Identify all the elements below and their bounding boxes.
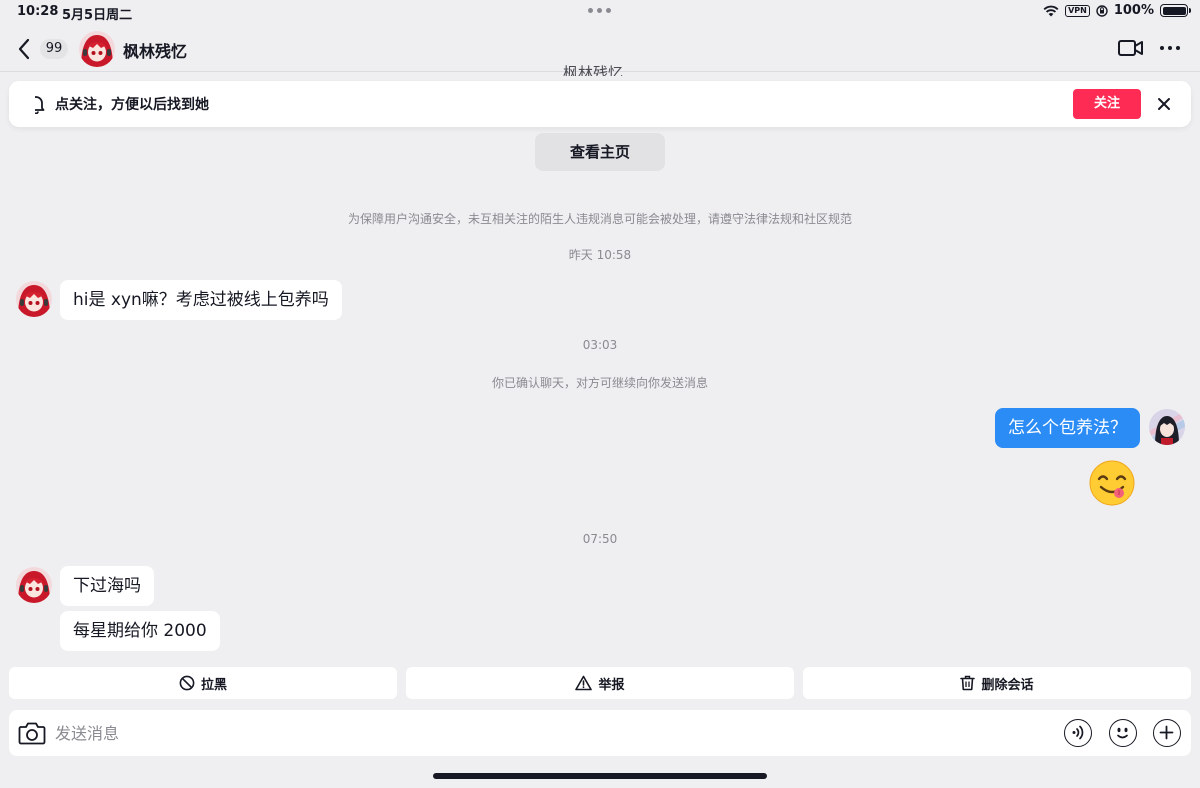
delete-chat-button[interactable]: 删除会话 xyxy=(803,667,1191,699)
bell-icon xyxy=(35,96,45,114)
scrolled-title: 枫林残忆 xyxy=(563,64,624,76)
report-button[interactable]: 举报 xyxy=(406,667,794,699)
contact-avatar[interactable] xyxy=(79,31,115,67)
video-call-icon[interactable] xyxy=(1118,38,1144,58)
unread-count-badge: 99 xyxy=(40,39,68,59)
chat-confirmed-notice: 你已确认聊天，对方可继续向你发送消息 xyxy=(491,376,708,390)
yum-emoji-sticker[interactable] xyxy=(1088,459,1136,518)
orientation-lock-icon xyxy=(1096,4,1108,17)
message-input[interactable] xyxy=(55,710,1035,756)
incoming-message[interactable]: 每星期给你 2000 xyxy=(60,611,220,651)
follow-prompt-text: 点关注，方便以后找到她 xyxy=(55,97,209,113)
follow-banner: 点关注，方便以后找到她 关注 xyxy=(9,81,1191,127)
message-composer xyxy=(9,710,1191,756)
back-chevron-icon[interactable] xyxy=(14,36,36,62)
security-notice: 为保障用户沟通安全，未互相关注的陌生人违规消息可能会被处理，请遵守法律法规和社区… xyxy=(347,212,852,226)
voice-message-icon[interactable] xyxy=(1064,719,1092,747)
contact-name[interactable]: 枫林残忆 xyxy=(123,38,187,62)
status-time: 10:28 xyxy=(17,4,59,19)
vpn-badge: VPN xyxy=(1065,4,1090,17)
outgoing-message[interactable]: 怎么个包养法？ xyxy=(995,408,1140,448)
block-icon xyxy=(179,675,195,691)
view-homepage-button[interactable]: 查看主页 xyxy=(535,133,665,171)
warning-icon xyxy=(575,675,593,691)
add-attachment-icon[interactable] xyxy=(1153,719,1181,747)
multitask-dots-icon[interactable] xyxy=(588,8,611,13)
delete-chat-label: 删除会话 xyxy=(981,677,1034,693)
incoming-message[interactable]: hi是 xyn嘛？考虑过被线上包养吗 xyxy=(60,280,342,320)
incoming-message[interactable]: 下过海吗 xyxy=(60,566,154,606)
block-button[interactable]: 拉黑 xyxy=(9,667,397,699)
trash-icon xyxy=(960,675,976,691)
timestamp: 昨天 10:58 xyxy=(568,248,632,262)
close-icon[interactable] xyxy=(1153,93,1175,115)
emoji-icon[interactable] xyxy=(1109,719,1137,747)
more-options-icon[interactable] xyxy=(1160,46,1180,50)
battery-icon xyxy=(1160,4,1191,17)
block-label: 拉黑 xyxy=(200,677,227,693)
my-avatar[interactable] xyxy=(1149,409,1185,445)
sender-avatar[interactable] xyxy=(16,281,52,317)
battery-percent: 100% xyxy=(1113,3,1154,18)
camera-icon[interactable] xyxy=(18,720,46,746)
report-label: 举报 xyxy=(598,677,625,693)
timestamp: 03:03 xyxy=(582,338,618,352)
timestamp: 07:50 xyxy=(582,532,618,546)
follow-button[interactable]: 关注 xyxy=(1073,89,1141,119)
status-date: 5月5日周二 xyxy=(62,8,133,23)
wifi-icon xyxy=(1043,5,1059,16)
status-right: VPN 100% xyxy=(1043,3,1191,18)
home-indicator[interactable] xyxy=(433,773,767,779)
sender-avatar[interactable] xyxy=(16,567,52,603)
